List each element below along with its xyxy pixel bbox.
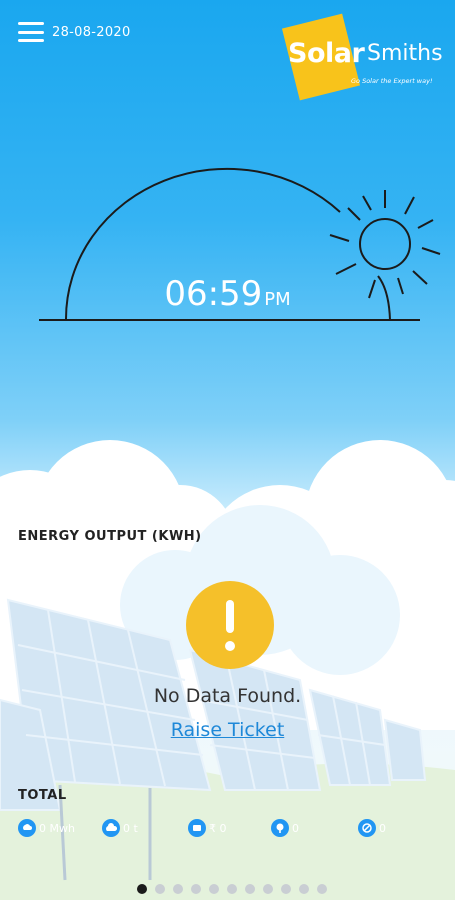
logo-word-smiths: Smiths bbox=[367, 41, 443, 66]
page-dot[interactable] bbox=[280, 884, 291, 894]
stat-savings: ₹ 0 bbox=[188, 819, 227, 837]
total-stats: 0 Mwh 0 t ₹ 0 0 0 bbox=[18, 819, 448, 839]
stat-trees: 0 bbox=[271, 819, 299, 837]
stat-co2: 0 t bbox=[102, 819, 138, 837]
page-indicator bbox=[0, 884, 455, 894]
hamburger-menu-icon[interactable] bbox=[18, 22, 44, 42]
stat-coal-value: 0 bbox=[379, 821, 386, 835]
logo-tagline: Go Solar the Expert way! bbox=[351, 77, 433, 85]
raise-ticket-link[interactable]: Raise Ticket bbox=[0, 719, 455, 741]
page-dot[interactable] bbox=[172, 884, 183, 894]
solarsmiths-logo: Solar Smiths Go Solar the Expert way! bbox=[281, 12, 450, 102]
page-dot[interactable] bbox=[154, 884, 165, 894]
page-dot[interactable] bbox=[316, 884, 327, 894]
co2-icon bbox=[102, 819, 120, 837]
stat-coal: 0 bbox=[358, 819, 386, 837]
page-dot[interactable] bbox=[226, 884, 237, 894]
current-time: 06:59 PM bbox=[0, 274, 455, 314]
time-value: 06:59 bbox=[164, 274, 263, 314]
savings-icon bbox=[188, 819, 206, 837]
logo-word-solar: Solar bbox=[288, 38, 365, 69]
coal-icon bbox=[358, 819, 376, 837]
stat-co2-value: 0 t bbox=[123, 821, 138, 835]
time-ampm: PM bbox=[264, 289, 291, 310]
no-data-message: No Data Found. bbox=[153, 685, 302, 707]
tree-icon bbox=[271, 819, 289, 837]
page-dot[interactable] bbox=[136, 884, 147, 894]
page-dot[interactable] bbox=[262, 884, 273, 894]
top-bar: 28-08-2020 bbox=[18, 20, 131, 44]
page-dot[interactable] bbox=[190, 884, 201, 894]
date-label: 28-08-2020 bbox=[52, 24, 131, 40]
total-title: TOTAL bbox=[18, 788, 67, 803]
page-dot[interactable] bbox=[208, 884, 219, 894]
sun-path-graphic bbox=[39, 167, 441, 321]
stat-energy: 0 Mwh bbox=[18, 819, 75, 837]
stat-savings-value: ₹ 0 bbox=[209, 821, 227, 835]
energy-icon bbox=[18, 819, 36, 837]
page-dot[interactable] bbox=[298, 884, 309, 894]
energy-output-title: ENERGY OUTPUT (KWH) bbox=[18, 529, 202, 544]
stat-energy-value: 0 Mwh bbox=[39, 821, 75, 835]
page-dot[interactable] bbox=[244, 884, 255, 894]
warning-icon bbox=[186, 581, 274, 669]
stat-trees-value: 0 bbox=[292, 821, 299, 835]
